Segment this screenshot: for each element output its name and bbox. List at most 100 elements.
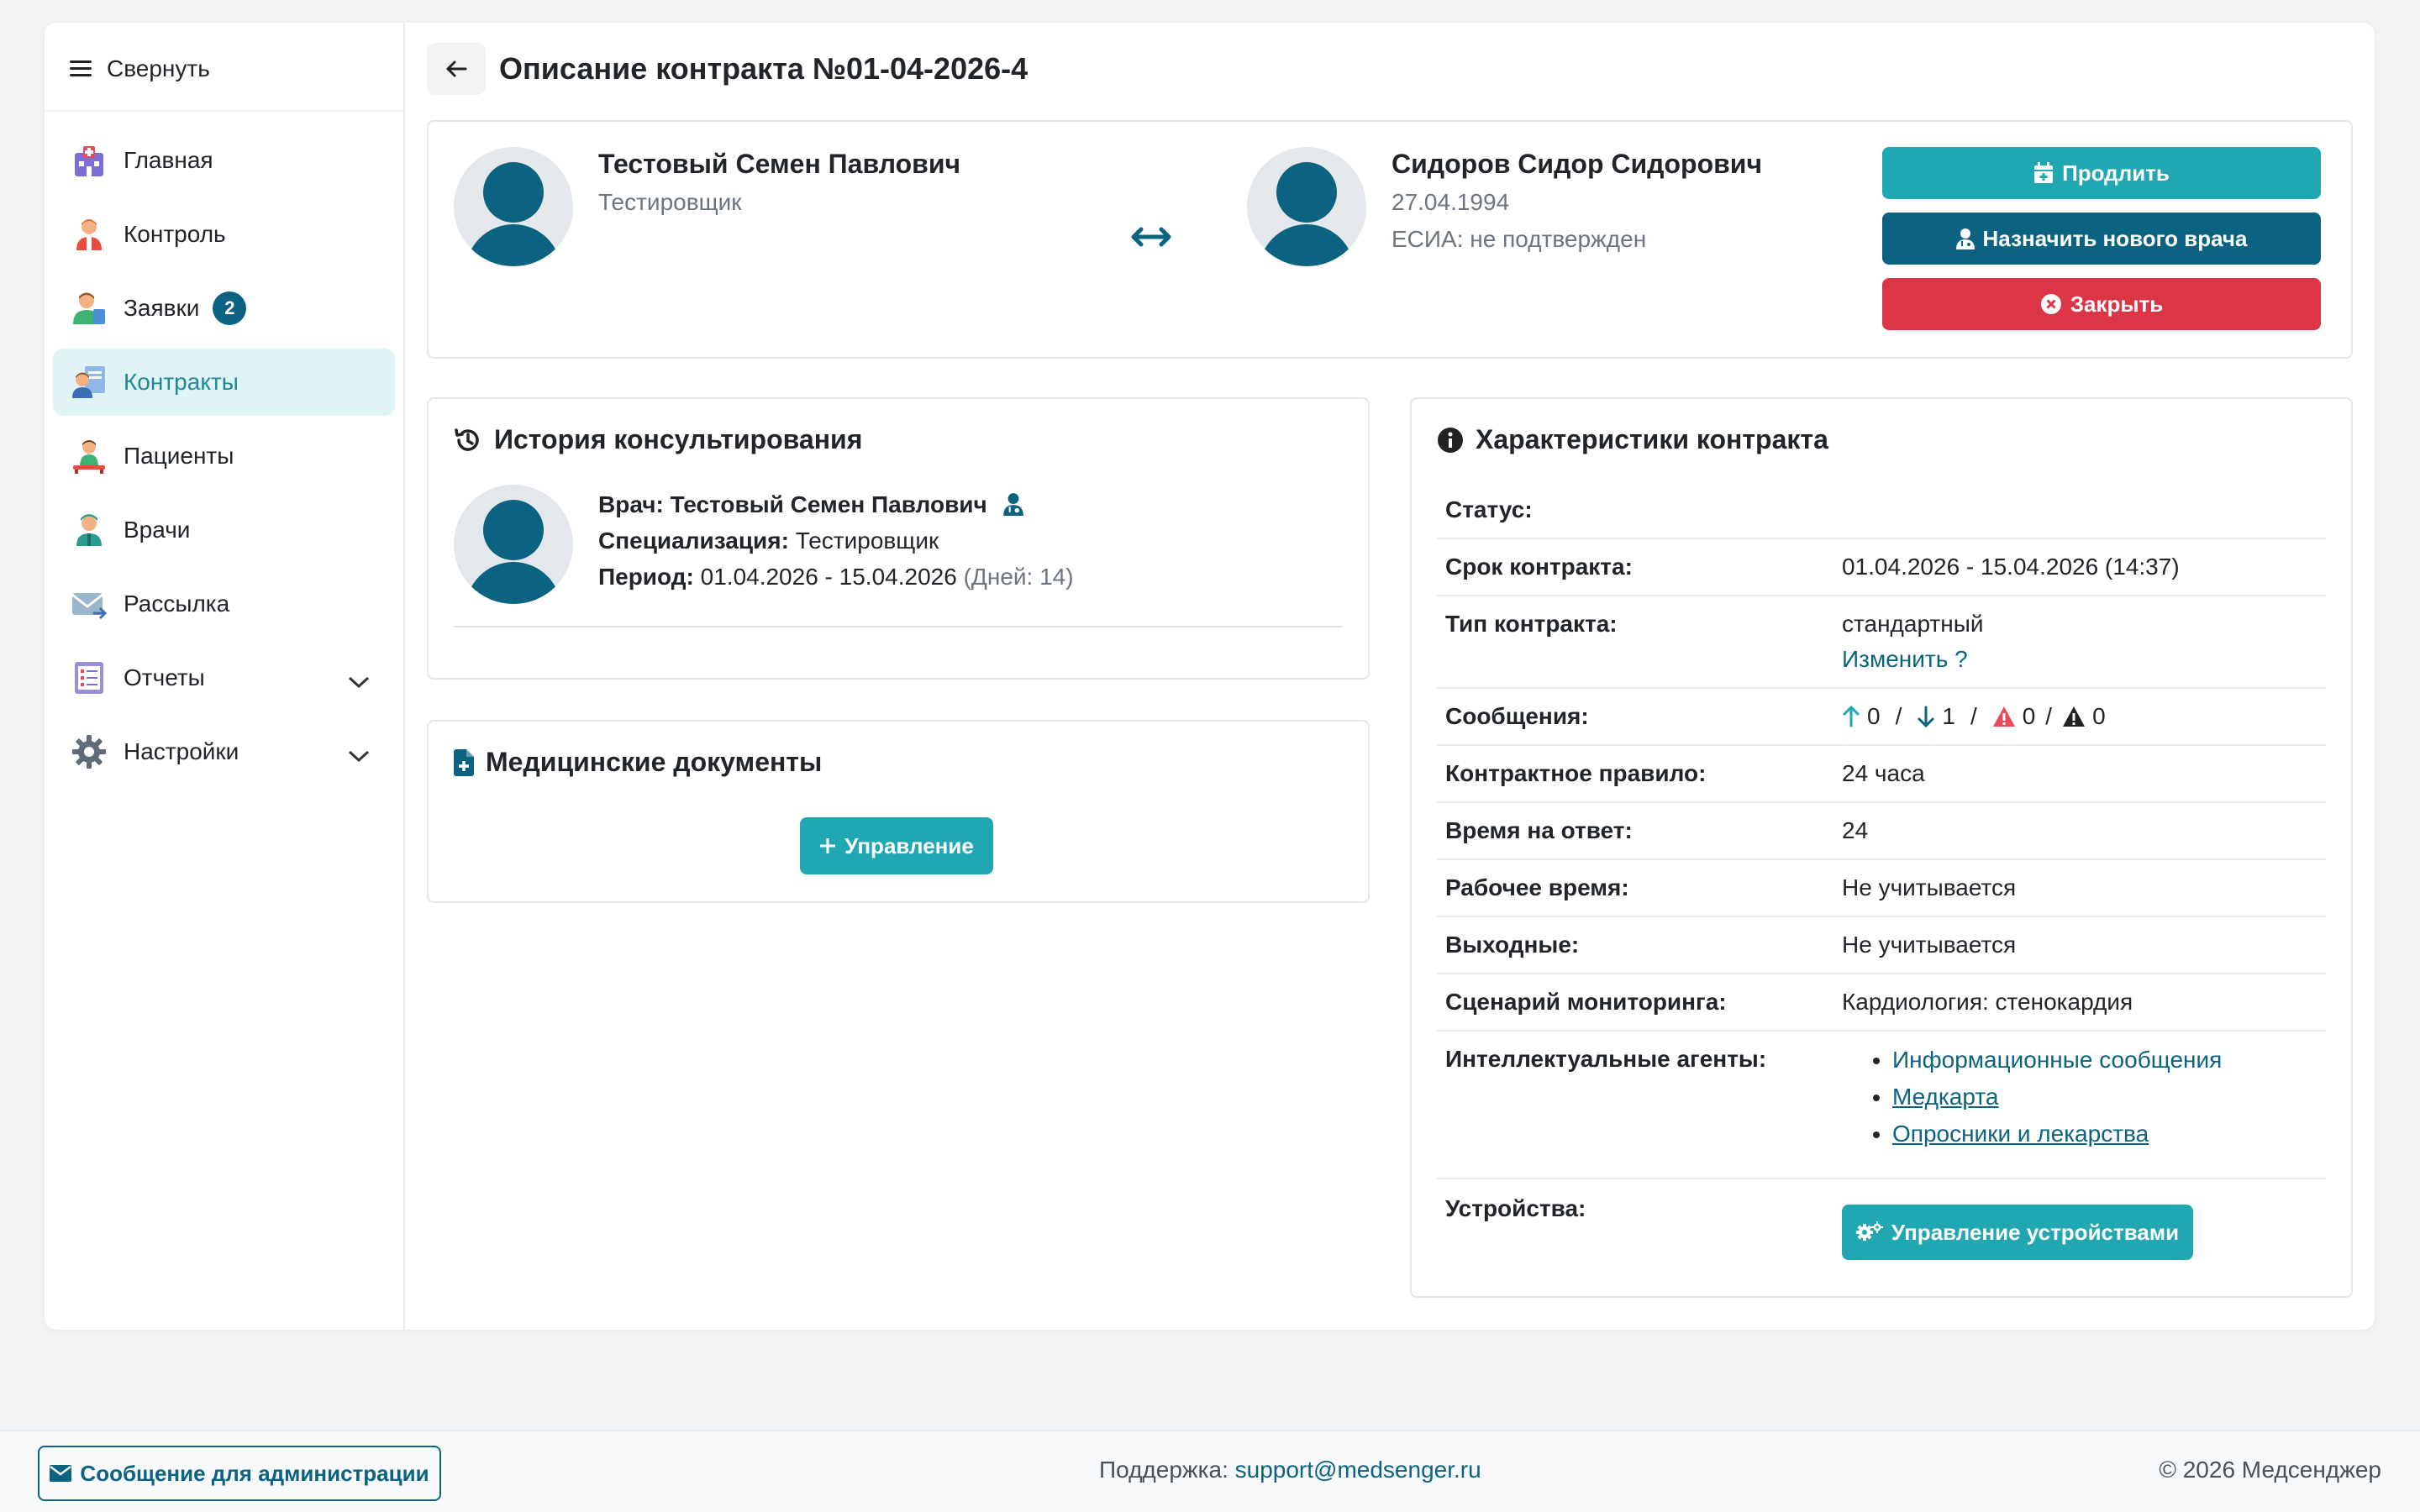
sidebar-item-label: Пациенты — [124, 443, 234, 469]
warning-red-icon — [1992, 706, 2015, 727]
sidebar-item-label: Настройки — [124, 738, 239, 764]
doctor-label: Врач: — [598, 491, 664, 517]
manage-label: Управление — [844, 832, 974, 858]
history-entry: Врач: Тестовый Семен Павлович Специализа… — [598, 486, 1074, 595]
worktime-value: Не учитывается — [1833, 859, 2326, 917]
doctor-role: Тестировщик — [598, 189, 742, 215]
sidebar: Свернуть Главная Контроль Заявки 2 Контр… — [45, 23, 405, 1330]
admin-message-button[interactable]: Сообщение для администрации — [38, 1446, 441, 1501]
sidebar-collapse-button[interactable]: Свернуть — [70, 48, 395, 90]
contract-icon — [71, 365, 107, 400]
separator: / — [1970, 703, 1977, 729]
sidebar-item-mailing[interactable]: Рассылка — [53, 570, 395, 638]
prop-row-response: Время на ответ: 24 — [1437, 802, 2326, 860]
gear-icon — [71, 734, 107, 769]
warning-dark-icon — [2063, 706, 2086, 727]
sidebar-item-label: Контракты — [124, 369, 239, 395]
characteristics-title-text: Характеристики контракта — [1476, 424, 1828, 454]
sidebar-item-doctors[interactable]: Врачи — [53, 496, 395, 564]
prop-row-agents: Интеллектуальные агенты: Информационные … — [1437, 1031, 2326, 1179]
prop-row-weekend: Выходные: Не учитывается — [1437, 916, 2326, 974]
sidebar-divider — [45, 110, 403, 112]
history-period-line: Период: 01.04.2026 - 15.04.2026 (Дней: 1… — [598, 559, 1074, 595]
chevron-down-icon[interactable] — [348, 742, 370, 769]
documents-manage-button[interactable]: Управление — [800, 817, 993, 874]
messages-label: Сообщения: — [1437, 688, 1833, 746]
chevron-down-icon[interactable] — [348, 668, 370, 695]
sidebar-item-requests[interactable]: Заявки 2 — [53, 275, 395, 342]
prop-row-scenario: Сценарий мониторинга: Кардиология: стено… — [1437, 974, 2326, 1032]
weekend-value: Не учитывается — [1833, 916, 2326, 974]
period-value: 01.04.2026 - 15.04.2026 — [700, 564, 957, 590]
messages-warning-count: 0 — [2022, 703, 2036, 729]
footer: Сообщение для администрации Поддержка: s… — [0, 1430, 2420, 1512]
requests-count-badge: 2 — [213, 291, 247, 325]
sidebar-nav: Главная Контроль Заявки 2 Контракты Паци… — [45, 127, 403, 785]
sidebar-item-patients[interactable]: Пациенты — [53, 423, 395, 490]
file-medical-icon — [454, 748, 474, 776]
patient-birthdate: 27.04.1994 — [1392, 189, 1510, 215]
page-title: Описание контракта №01-04-2026-4 — [499, 51, 1028, 86]
worktime-label: Рабочее время: — [1437, 859, 1833, 917]
response-label: Время на ответ: — [1437, 802, 1833, 860]
patient-name: Сидоров Сидор Сидорович — [1392, 149, 1763, 179]
copyright: © 2026 Медсенджер — [2159, 1457, 2381, 1483]
user-doctor-icon — [1955, 228, 1975, 249]
prop-row-rule: Контрактное правило: 24 часа — [1437, 745, 2326, 803]
agent-link[interactable]: Опросники и лекарства — [1892, 1121, 2149, 1147]
envelope-icon — [50, 1465, 72, 1482]
doctor-icon — [71, 217, 107, 252]
page-header: Описание контракта №01-04-2026-4 — [427, 41, 2353, 97]
sidebar-item-label: Врачи — [124, 517, 191, 543]
status-label: Статус: — [1437, 482, 1833, 539]
manage-devices-button[interactable]: Управление устройствами — [1842, 1205, 2193, 1260]
agent-link[interactable]: Информационные сообщения — [1892, 1047, 2222, 1073]
info-circle-icon — [1438, 427, 1463, 453]
plus-icon — [820, 838, 836, 853]
agents-list: Информационные сообщения Медкарта Опросн… — [1842, 1042, 2317, 1152]
doctor-value: Тестовый Семен Павлович — [670, 491, 987, 517]
period-label: Период: — [598, 564, 694, 590]
agents-label: Интеллектуальные агенты: — [1437, 1031, 1833, 1179]
sidebar-item-settings[interactable]: Настройки — [53, 718, 395, 785]
physician-icon — [71, 512, 107, 548]
prop-row-type: Тип контракта: стандартный Изменить ? — [1437, 596, 2326, 689]
devices-cell: Управление устройствами — [1833, 1179, 2326, 1270]
arrow-down-icon — [1918, 706, 1934, 727]
sidebar-item-contracts[interactable]: Контракты — [53, 349, 395, 416]
status-value — [1833, 482, 2326, 539]
close-contract-button[interactable]: Закрыть — [1882, 278, 2321, 330]
rule-label: Контрактное правило: — [1437, 745, 1833, 803]
agent-link[interactable]: Медкарта — [1892, 1084, 1998, 1110]
history-divider — [454, 626, 1343, 627]
support-email-link[interactable]: support@medsenger.ru — [1235, 1457, 1481, 1483]
spec-value: Тестировщик — [795, 528, 939, 554]
sidebar-item-label: Отчеты — [124, 664, 205, 690]
history-doctor-line: Врач: Тестовый Семен Павлович — [598, 486, 1074, 522]
messages-cell: 0 / 1 / 0 / 0 — [1833, 688, 2326, 746]
close-label: Закрыть — [2070, 291, 2164, 317]
request-icon — [71, 291, 107, 326]
history-doctor-avatar — [454, 485, 573, 604]
sidebar-item-label: Главная — [124, 147, 213, 173]
extend-button[interactable]: Продлить — [1882, 147, 2321, 199]
prop-row-messages: Сообщения: 0 / 1 / 0 / 0 — [1437, 688, 2326, 746]
sidebar-item-reports[interactable]: Отчеты — [53, 644, 395, 711]
documents-title: Медицинские документы — [454, 747, 1343, 778]
right-column: Характеристики контракта Статус: Срок ко… — [1410, 397, 2353, 1298]
patient-avatar — [1247, 147, 1366, 266]
back-button[interactable] — [427, 43, 486, 95]
sidebar-item-control[interactable]: Контроль — [53, 201, 395, 268]
change-type-link[interactable]: Изменить ? — [1842, 642, 2317, 677]
left-column: История консультирования Врач: Тестовый … — [427, 397, 1370, 1298]
spec-label: Специализация: — [598, 528, 789, 554]
sidebar-item-home[interactable]: Главная — [53, 127, 395, 194]
messages-alert-count: 0 — [2092, 703, 2106, 729]
messages-outgoing-count: 0 — [1867, 703, 1881, 729]
contract-characteristics-card: Характеристики контракта Статус: Срок ко… — [1410, 397, 2353, 1298]
term-label: Срок контракта: — [1437, 538, 1833, 596]
sidebar-item-label: Рассылка — [124, 591, 230, 617]
doctor-avatar — [454, 147, 573, 266]
assign-doctor-button[interactable]: Назначить нового врача — [1882, 213, 2321, 265]
report-icon — [71, 660, 107, 696]
